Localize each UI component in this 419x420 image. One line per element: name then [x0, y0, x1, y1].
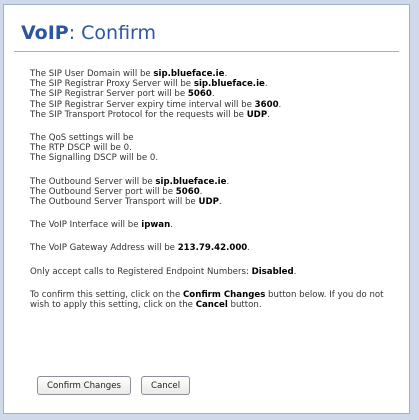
outbound-port-line: The Outbound Server port will be 5060. [30, 186, 203, 197]
sip-proxy-line: The SIP Registrar Proxy Server will be s… [30, 79, 268, 90]
rtp-dscp-line: The RTP DSCP will be 0. [30, 143, 132, 154]
voip-gateway-line: The VoIP Gateway Address will be 213.79.… [30, 243, 251, 254]
sip-expiry-line: The SIP Registrar Server expiry time int… [30, 99, 282, 110]
sip-domain-line: The SIP User Domain will be sip.blueface… [30, 69, 228, 79]
page-title: VoIP: Confirm [21, 22, 157, 44]
registered-endpoint-line: Only accept calls to Registered Endpoint… [30, 266, 297, 277]
cancel-button[interactable]: Cancel [140, 376, 191, 395]
confirm-changes-button[interactable]: Confirm Changes [37, 376, 131, 395]
sip-transport-line: The SIP Transport Protocol for the reque… [30, 109, 270, 120]
confirm-panel: VoIP: Confirm The SIP User Domain will b… [3, 4, 410, 414]
outbound-settings: The Outbound Server will be sip.blueface… [30, 177, 400, 208]
signalling-dscp-line: The Signalling DSCP will be 0. [30, 153, 159, 164]
sip-settings: The SIP User Domain will be sip.blueface… [30, 69, 400, 120]
instructions: To confirm this setting, click on the Co… [30, 289, 384, 311]
voip-interface-line: The VoIP Interface will be ipwan. [30, 220, 173, 231]
summary-content: The SIP User Domain will be sip.blueface… [30, 69, 400, 323]
qos-line: The QoS settings will be [30, 133, 134, 144]
sip-port-line: The SIP Registrar Server port will be 50… [30, 89, 215, 100]
qos-settings: The QoS settings will be The RTP DSCP wi… [30, 133, 400, 164]
outbound-server-line: The Outbound Server will be sip.blueface… [30, 176, 230, 187]
title-divider [14, 51, 399, 52]
outbound-transport-line: The Outbound Server Transport will be UD… [30, 197, 222, 208]
action-buttons: Confirm Changes Cancel [37, 376, 191, 395]
